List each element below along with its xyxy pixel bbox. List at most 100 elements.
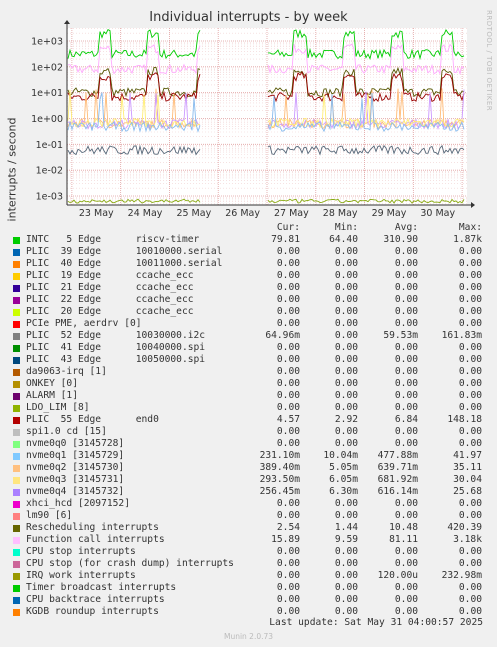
legend-min: 0.00 [334,570,358,581]
legend-row: CPU stop (for crash dump) interrupts 0.00… [10,558,495,570]
legend-series-name: Rescheduling interrupts [26,522,159,533]
legend-swatch [13,585,20,592]
legend-series-name: PCIe PME, aerdrv [0] [26,318,142,329]
legend-cur: 0.00 [276,354,300,365]
x-tick-label: 30 May [420,208,455,219]
legend-max: 0.00 [458,594,482,605]
legend-cur: 4.57 [276,414,300,425]
legend-avg: 0.00 [394,390,418,401]
x-axis-arrow [471,202,475,208]
legend-max: 0.00 [458,438,482,449]
legend-min: 0.00 [334,318,358,329]
legend-row: Timer broadcast interrupts 0.00 0.00 0.00 0.… [10,582,495,594]
legend-min: 0.00 [334,582,358,593]
legend-series-name: PLIC 22 Edge ccache_ecc [26,294,194,305]
legend-row: PLIC 55 Edge end0 4.57 2.92 6.84 148.18 [10,414,495,426]
legend-swatch [13,513,20,520]
legend-swatch [13,501,20,508]
legend-series-name: PLIC 19 Edge ccache_ecc [26,270,194,281]
legend-row: xhci_hcd [2097152] 0.00 0.00 0.00 0.00 [10,498,495,510]
legend-cur: 0.00 [276,390,300,401]
legend-series-name: PLIC 40 Edge 10011000.serial [26,258,223,269]
legend-row: Function call interrupts 15.89 9.59 81.11 3.… [10,534,495,546]
legend-cur: 2.54 [276,522,300,533]
legend-avg: 310.90 [383,234,418,245]
chart-plot: 1e+03 1e+02 1e+01 1e+00 1e-01 1e-02 1e-03 23 Ma… [31,20,475,219]
legend-cur: 0.00 [276,570,300,581]
legend-min: 0.00 [334,258,358,269]
legend-avg: 616.14m [377,486,418,497]
legend-series-name: ONKEY [0] [26,378,78,389]
legend-max: 0.00 [458,318,482,329]
legend-table: Cur: Min: Avg: Max: INTC 5 Edge riscv-ti… [10,222,495,618]
y-tick-label: 1e-03 [36,192,63,203]
y-tick-label: 1e-02 [36,166,63,177]
legend-swatch [13,525,20,532]
legend-min: 0.00 [334,270,358,281]
legend-row: da9063-irq [1] 0.00 0.00 0.00 0.00 [10,366,495,378]
legend-swatch [13,417,20,424]
legend-cur: 0.00 [276,402,300,413]
legend-cur: 0.00 [276,498,300,509]
legend-min: 5.05m [329,462,358,473]
legend-avg: 0.00 [394,558,418,569]
legend-row: Rescheduling interrupts 2.54 1.44 10.48 420.… [10,522,495,534]
legend-min: 0.00 [334,426,358,437]
legend-avg: 0.00 [394,270,418,281]
legend-cur: 231.10m [259,450,300,461]
legend-cur: 0.00 [276,282,300,293]
legend-cur: 0.00 [276,294,300,305]
legend-swatch [13,441,20,448]
legend-cur: 0.00 [276,258,300,269]
legend-series-name: spi1.0 cd [15] [26,426,107,437]
legend-series-name: xhci_hcd [2097152] [26,498,130,509]
legend-max: 30.04 [453,474,482,485]
legend-swatch [13,297,20,304]
legend-swatch [13,465,20,472]
legend-max: 0.00 [458,342,482,353]
legend-cur: 389.40m [259,462,300,473]
legend-min: 0.00 [334,390,358,401]
legend-min: 0.00 [334,342,358,353]
legend-row: PLIC 43 Edge 10050000.spi 0.00 0.00 0.00 0.0… [10,354,495,366]
legend-series-name: nvme0q0 [3145728] [26,438,125,449]
legend-cur: 64.96m [265,330,300,341]
legend-max: 0.00 [458,510,482,521]
legend-min: 0.00 [334,510,358,521]
legend-header: Cur: Min: Avg: Max: [10,222,495,234]
legend-series-name: PLIC 55 Edge end0 [26,414,159,425]
legend-row: nvme0q4 [3145732] 256.45m 6.30m 616.14m 25.6… [10,486,495,498]
legend-row: PLIC 21 Edge ccache_ecc 0.00 0.00 0.00 0.00 [10,282,495,294]
y-tick-label: 1e+02 [31,62,63,73]
legend-swatch [13,273,20,280]
legend-series-name: PLIC 43 Edge 10050000.spi [26,354,206,365]
y-tick-label: 1e+03 [31,37,63,48]
legend-series-name: PLIC 41 Edge 10040000.spi [26,342,206,353]
legend-max: 0.00 [458,270,482,281]
last-update: Last update: Sat May 31 04:00:57 2025 [269,617,483,628]
legend-min: 0.00 [334,246,358,257]
legend-min: 6.30m [329,486,358,497]
y-axis-arrow [64,20,70,24]
legend-min: 10.04m [323,450,358,461]
legend-min: 0.00 [334,402,358,413]
legend-cur: 0.00 [276,366,300,377]
legend-avg: 0.00 [394,354,418,365]
legend-avg: 0.00 [394,402,418,413]
legend-swatch [13,429,20,436]
legend-min: 6.05m [329,474,358,485]
legend-swatch [13,561,20,568]
legend-min: 0.00 [334,330,358,341]
legend-swatch [13,453,20,460]
legend-avg: 59.53m [383,330,418,341]
legend-row: PLIC 20 Edge ccache_ecc 0.00 0.00 0.00 0.00 [10,306,495,318]
legend-row: PLIC 41 Edge 10040000.spi 0.00 0.00 0.00 0.0… [10,342,495,354]
legend-series-name: lm90 [6] [26,510,73,521]
legend-avg: 0.00 [394,498,418,509]
legend-avg: 0.00 [394,594,418,605]
legend-avg: 477.88m [377,450,418,461]
legend-row: PLIC 40 Edge 10011000.serial 0.00 0.00 0.00… [10,258,495,270]
x-tick-label: 26 May [225,208,260,219]
legend-series-name: nvme0q4 [3145732] [26,486,125,497]
legend-max: 3.18k [453,534,482,545]
